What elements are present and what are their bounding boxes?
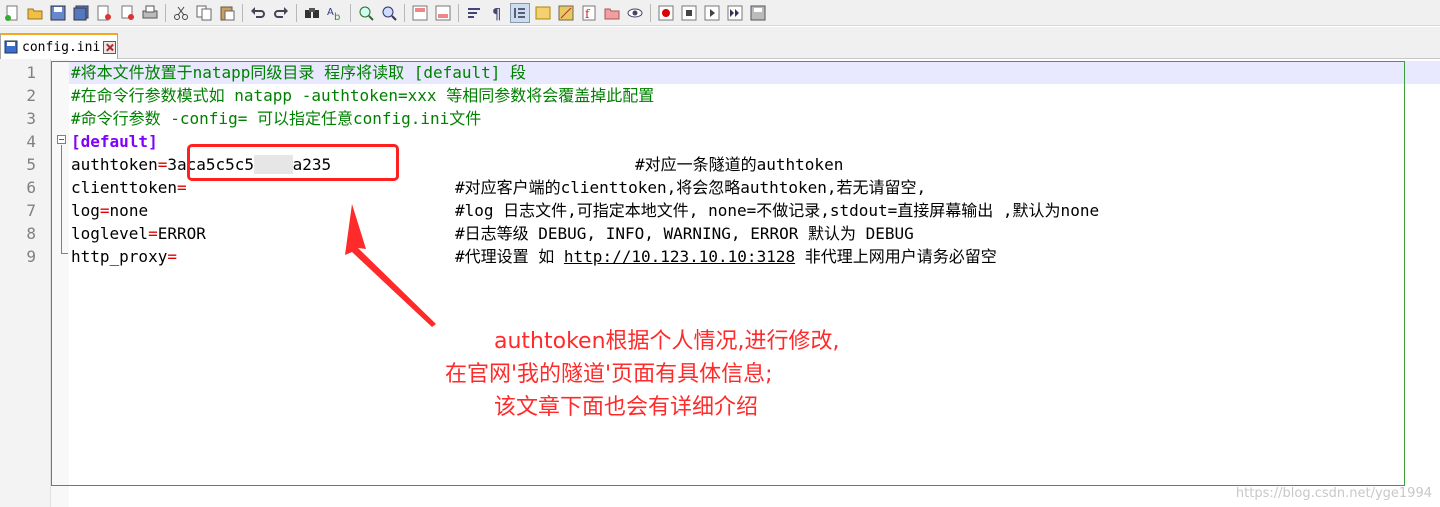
code-line-section: [default]	[71, 132, 158, 151]
new-file-icon[interactable]	[2, 3, 22, 23]
fold-guide-end	[61, 253, 68, 254]
config-key: http_proxy	[71, 247, 168, 266]
save-all-icon[interactable]	[71, 3, 91, 23]
saved-file-icon	[4, 40, 18, 54]
toolbar-separator	[242, 3, 243, 22]
copy-icon[interactable]	[194, 3, 214, 23]
equals-sign: =	[148, 224, 158, 243]
line-number: 9	[26, 247, 36, 266]
close-icon[interactable]	[94, 3, 114, 23]
comment-text: 非代理上网用户请务必留空	[795, 247, 997, 266]
code-line-comment: #命令行参数 -config= 可以指定任意config.ini文件	[71, 109, 482, 128]
toolbar-separator	[350, 3, 351, 22]
toolbar-separator	[296, 3, 297, 22]
equals-sign: =	[99, 201, 110, 220]
code-line-loglevel: loglevel=ERROR	[71, 222, 206, 245]
tab-label: config.ini	[22, 39, 101, 55]
zoom-in-icon[interactable]	[356, 3, 376, 23]
equals-sign: =	[176, 178, 187, 197]
line-number: 6	[26, 178, 36, 197]
svg-text:b: b	[334, 12, 340, 21]
toolbar-separator	[458, 3, 459, 22]
fold-guide	[61, 145, 62, 253]
config-key: clienttoken	[71, 178, 177, 197]
folder-workspace-icon[interactable]	[602, 3, 622, 23]
open-file-icon[interactable]	[25, 3, 45, 23]
code-line-comment: #将本文件放置于natapp同级目录 程序将读取 [default] 段	[71, 63, 527, 82]
annotation-line-3: 该文章下面也会有详细介绍	[494, 395, 759, 420]
close-all-icon[interactable]	[117, 3, 137, 23]
fold-toggle-icon[interactable]	[57, 135, 66, 144]
annotation-arrow-icon	[345, 204, 436, 327]
save-icon[interactable]	[48, 3, 68, 23]
annotation-highlight-box	[187, 144, 399, 181]
annotation-line-1: authtoken根据个人情况,进行修改,	[494, 329, 840, 354]
code-comment: #对应一条隧道的authtoken	[635, 155, 844, 174]
toolbar-separator	[165, 3, 166, 22]
redo-icon[interactable]	[271, 3, 291, 23]
proxy-url-link[interactable]: http://10.123.10.10:3128	[564, 247, 795, 266]
function-list-icon[interactable]: f	[579, 3, 599, 23]
word-wrap-icon[interactable]	[464, 3, 484, 23]
sync-horizontal-icon[interactable]	[433, 3, 453, 23]
code-line-http-proxy: http_proxy=	[71, 245, 177, 268]
monitoring-icon[interactable]	[625, 3, 645, 23]
replace-icon[interactable]: Ab	[325, 3, 345, 23]
code-comment: #对应客户端的clienttoken,将会忽略authtoken,若无请留空,	[455, 178, 927, 197]
indent-guide-icon[interactable]	[510, 2, 530, 23]
tab-config-ini[interactable]: config.ini	[0, 33, 118, 59]
config-value: none	[109, 201, 149, 220]
code-comment: #代理设置 如 http://10.123.10.10:3128 非代理上网用户…	[455, 245, 997, 268]
toolbar-separator	[650, 3, 651, 22]
print-icon[interactable]	[140, 3, 160, 23]
watermark: https://blog.csdn.net/yge1994	[1235, 486, 1432, 501]
code-comment: #日志等级 DEBUG, INFO, WARNING, ERROR 默认为 DE…	[455, 224, 914, 243]
line-number: 8	[26, 224, 36, 243]
svg-text:¶: ¶	[492, 5, 502, 21]
fold-margin	[51, 59, 69, 507]
equals-sign: =	[167, 247, 177, 266]
comment-text: #代理设置 如	[455, 247, 564, 266]
line-number: 3	[26, 109, 36, 128]
undo-icon[interactable]	[248, 3, 268, 23]
user-language-icon[interactable]	[533, 3, 553, 23]
line-number: 2	[26, 86, 36, 105]
equals-sign: =	[157, 155, 168, 174]
doc-map-icon[interactable]	[556, 3, 576, 23]
close-tab-icon[interactable]	[103, 40, 117, 54]
line-number: 4	[26, 132, 36, 151]
line-number-gutter: 1 2 3 4 5 6 7 8 9	[0, 59, 51, 507]
show-all-chars-icon[interactable]: ¶	[487, 3, 507, 23]
code-line-log: log=none	[71, 199, 148, 222]
macro-save-icon[interactable]	[748, 3, 768, 23]
cut-icon[interactable]	[171, 3, 191, 23]
line-number: 5	[26, 155, 36, 174]
svg-text:A: A	[327, 7, 334, 18]
code-comment: #log 日志文件,可指定本地文件, none=不做记录,stdout=直接屏幕…	[455, 201, 1100, 220]
toolbar-separator	[404, 3, 405, 22]
line-number: 1	[26, 63, 36, 82]
tab-bar: config.ini	[0, 27, 1440, 59]
find-icon[interactable]	[302, 3, 322, 23]
macro-record-icon[interactable]	[656, 3, 676, 23]
annotation-line-2: 在官网'我的隧道'页面有具体信息;	[445, 362, 773, 387]
macro-play-icon[interactable]	[702, 3, 722, 23]
paste-icon[interactable]	[217, 3, 237, 23]
code-line-comment: #在命令行参数模式如 natapp -authtoken=xxx 等相同参数将会…	[71, 86, 655, 105]
macro-run-multiple-icon[interactable]	[725, 3, 745, 23]
config-key: log	[71, 201, 100, 220]
toolbar: Ab ¶ f	[0, 0, 1440, 26]
code-line-clienttoken: clienttoken=	[71, 176, 187, 199]
macro-stop-icon[interactable]	[679, 3, 699, 23]
line-number: 7	[26, 201, 36, 220]
config-key: authtoken	[71, 155, 158, 174]
sync-vertical-icon[interactable]	[410, 3, 430, 23]
config-key: loglevel	[71, 224, 149, 243]
zoom-out-icon[interactable]	[379, 3, 399, 23]
config-value: ERROR	[157, 224, 206, 243]
editor[interactable]: 1 2 3 4 5 6 7 8 9 #将本文件放置于natapp同级目录 程序将…	[0, 59, 1440, 507]
